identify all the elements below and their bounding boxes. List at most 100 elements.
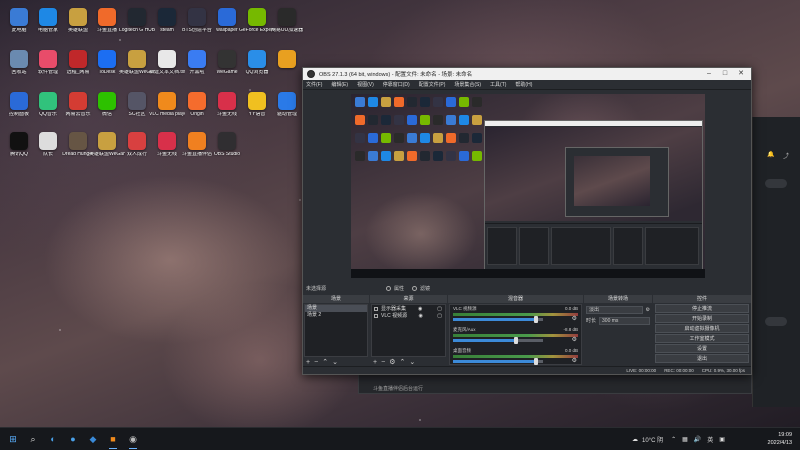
scene-item[interactable]: 场景 (305, 305, 367, 312)
desktop-icon[interactable]: WeGame (210, 50, 244, 82)
desktop-icon[interactable]: 英雄联盟WeGame版 (119, 50, 155, 82)
background-app-pill-button-2[interactable] (765, 317, 787, 326)
background-app-pill-button[interactable] (765, 179, 787, 188)
menu-tools[interactable]: 工具(T) (490, 81, 506, 88)
clock[interactable]: 19:09 2022/4/13 (768, 431, 792, 447)
ime-lang[interactable]: 英 (707, 435, 713, 444)
properties-button[interactable]: 属性 (386, 285, 404, 292)
menu-profile[interactable]: 配置文件(P) (419, 81, 446, 88)
maximize-icon[interactable]: □ (717, 68, 733, 80)
settings-button[interactable]: 设置 (655, 344, 749, 353)
desktop-icon[interactable]: 斗鱼无线 (210, 92, 244, 124)
gear-icon[interactable]: ⚙ (572, 315, 577, 322)
desktop-icon[interactable]: BTS创造平台 (180, 8, 214, 40)
start-recording-button[interactable]: 开始录制 (655, 314, 749, 323)
obs-preview[interactable] (303, 90, 751, 282)
desktop-icon[interactable]: 斗鱼直播 (90, 8, 124, 40)
lock-icon[interactable]: ▢ (437, 313, 442, 319)
weather-text[interactable]: 10°C 阴 (642, 435, 663, 444)
add-source-icon[interactable]: + (373, 359, 377, 366)
eye-icon[interactable]: ◉ (418, 306, 422, 312)
desktop-icon[interactable]: 新建文本文档.txt (149, 50, 185, 82)
bell-icon[interactable]: 🔔 (767, 151, 774, 158)
gear-icon[interactable]: ⚙ (389, 358, 395, 366)
chat-app-icon[interactable]: ● (66, 432, 80, 446)
start-virtual-camera-button[interactable]: 启动虚拟摄像机 (655, 324, 749, 333)
desktop-icon[interactable]: ToDesk (90, 50, 124, 82)
menu-help[interactable]: 帮助(H) (515, 81, 532, 88)
move-down-icon[interactable]: ⌄ (332, 358, 338, 366)
remove-scene-icon[interactable]: − (314, 359, 318, 366)
source-item[interactable]: VLC 视频源 ◉ ▢ (372, 312, 445, 319)
desktop-icon[interactable]: OBS Studio (210, 132, 244, 164)
volume-icon[interactable]: 🔊 (694, 436, 701, 443)
close-icon[interactable]: ✕ (733, 68, 749, 80)
volume-slider[interactable] (453, 337, 543, 344)
desktop-icon[interactable]: steam (150, 8, 184, 40)
douyu-taskbar-icon[interactable]: ■ (106, 432, 120, 449)
desktop-icon[interactable]: 微信 (90, 92, 124, 124)
gear-icon[interactable]: ⚙ (572, 336, 577, 343)
desktop-icon[interactable]: 双人成行 (120, 132, 154, 164)
scene-item[interactable]: 场景 2 (305, 312, 367, 319)
move-down-icon[interactable]: ⌄ (409, 358, 415, 366)
obs-taskbar-icon[interactable]: ◉ (126, 432, 140, 449)
chevron-up-icon[interactable]: ⌃ (671, 436, 676, 443)
desktop-icon[interactable]: 斗鱼直播伴侣 (180, 132, 214, 164)
network-icon[interactable]: ▦ (682, 436, 688, 443)
obs-window[interactable]: OBS 27.1.3 (64 bit, windows) - 配置文件: 未命名… (302, 67, 752, 375)
edge-browser-icon[interactable]: ◐ (46, 432, 60, 446)
desktop-icon[interactable]: 开黑啦 (180, 50, 214, 82)
volume-slider-handle[interactable] (514, 337, 518, 344)
desktop-icon[interactable]: wallpaper (210, 8, 244, 40)
menu-docks[interactable]: 停靠窗口(D) (383, 81, 410, 88)
desktop-icon[interactable]: GeForce Experience (239, 8, 275, 40)
desktop-icon[interactable]: Origin (180, 92, 214, 124)
eye-icon[interactable]: ◉ (419, 313, 423, 319)
duration-input[interactable]: 300 ms (599, 316, 650, 325)
studio-mode-button[interactable]: 工作室模式 (655, 334, 749, 343)
volume-slider[interactable] (453, 316, 543, 323)
volume-slider-handle[interactable] (533, 316, 538, 323)
menu-view[interactable]: 视图(V) (357, 81, 374, 88)
desktop-icon[interactable]: 队长 (31, 132, 65, 164)
volume-slider-handle[interactable] (533, 358, 538, 365)
desktop-icon[interactable]: QQ浏览器 (240, 50, 274, 82)
desktop-icon[interactable]: YY语音 (240, 92, 274, 124)
menu-scene-collection[interactable]: 场景集合(S) (454, 81, 481, 88)
source-item[interactable]: 显示器采集 ◉ ▢ (372, 305, 445, 312)
scenes-list[interactable]: 场景 场景 2 (304, 304, 368, 357)
desktop-icon[interactable]: SC社区 (120, 92, 154, 124)
desktop-icon[interactable]: QQ音乐 (31, 92, 65, 124)
filters-button[interactable]: 滤镜 (412, 285, 430, 292)
volume-slider[interactable] (453, 358, 543, 365)
move-up-icon[interactable]: ⌃ (322, 358, 328, 366)
menu-file[interactable]: 文件(F) (306, 81, 322, 88)
desktop-icon[interactable]: 驱动管理 (270, 92, 304, 124)
remove-source-icon[interactable]: − (381, 359, 385, 366)
share-icon[interactable]: ⤴ (783, 151, 789, 160)
transition-select[interactable]: 淡出 (586, 305, 643, 314)
desktop-icon[interactable]: 英雄联盟WeGame版 (89, 132, 125, 164)
lock-icon[interactable]: ▢ (437, 306, 442, 312)
app-tray-icon[interactable]: ▣ (719, 436, 725, 443)
search-icon[interactable]: ⌕ (26, 432, 40, 446)
minimize-icon[interactable]: – (701, 68, 717, 80)
menu-edit[interactable]: 编辑(E) (331, 81, 348, 88)
move-up-icon[interactable]: ⌃ (399, 358, 405, 366)
desktop-icon[interactable] (270, 50, 304, 82)
desktop-icon[interactable]: VLC media player (149, 92, 185, 124)
gear-icon[interactable]: ⚙ (646, 307, 650, 313)
desktop-icon[interactable]: 斗鱼无线 (150, 132, 184, 164)
sources-list[interactable]: 显示器采集 ◉ ▢ VLC 视频源 ◉ ▢ (371, 304, 446, 357)
add-scene-icon[interactable]: + (306, 359, 310, 366)
windows-start-icon[interactable]: ⊞ (6, 432, 20, 446)
stop-streaming-button[interactable]: 停止推流 (655, 304, 749, 313)
desktop-icon[interactable]: 网易UU加速器 (270, 8, 304, 40)
desktop-icon[interactable]: 软件管理 (31, 50, 65, 82)
exit-button[interactable]: 退出 (655, 354, 749, 363)
desktop-icon[interactable]: 电脑管家 (31, 8, 65, 40)
weather-icon[interactable]: ☁ (632, 436, 638, 443)
desktop-icon[interactable]: Logitech G HUB (119, 8, 155, 40)
obs-titlebar[interactable]: OBS 27.1.3 (64 bit, windows) - 配置文件: 未命名… (303, 68, 751, 80)
